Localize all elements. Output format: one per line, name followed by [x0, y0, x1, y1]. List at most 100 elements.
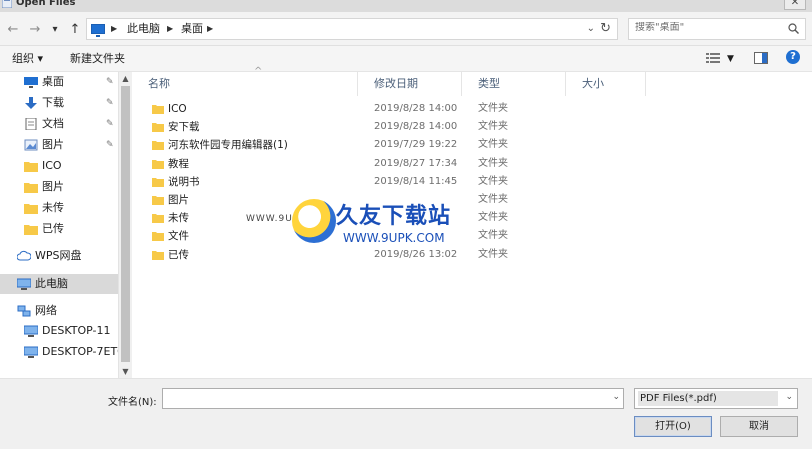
file-name: 未传 — [168, 212, 189, 225]
watermark-logo-icon — [292, 199, 336, 243]
sidebar-item-label: 此电脑 — [35, 277, 68, 290]
sidebar-item-wps-cloud[interactable]: WPS网盘 — [0, 246, 118, 266]
folder-icon — [24, 183, 38, 193]
sidebar-item-desktop-11[interactable]: DESKTOP-11 — [0, 321, 118, 341]
file-row[interactable]: 安下载 2019/8/28 14:00 文件夹 — [132, 118, 812, 136]
pin-icon[interactable]: ✎ — [106, 114, 114, 134]
pin-icon[interactable]: ✎ — [106, 72, 114, 92]
sidebar-item-label: ICO — [42, 159, 62, 172]
sidebar-item-label: 未传 — [42, 201, 64, 214]
sidebar-item-label: 图片 — [42, 138, 64, 151]
file-type: 文件夹 — [478, 103, 508, 114]
chevron-down-icon[interactable]: ⌄ — [785, 392, 793, 402]
file-modified: 2019/7/29 19:22 — [374, 139, 458, 151]
file-row[interactable]: 河东软件园专用编辑器(1) 2019/7/29 19:22 文件夹 — [132, 136, 812, 154]
organize-menu[interactable]: 组织 ▾ — [12, 52, 43, 66]
sidebar-item-label: WPS网盘 — [35, 249, 82, 262]
folder-icon — [24, 204, 38, 214]
command-toolbar: 组织 ▾ 新建文件夹 ▼ ? — [0, 46, 812, 72]
search-input[interactable] — [635, 22, 785, 33]
watermark-brand: 久友下载站 — [336, 204, 452, 229]
sidebar-item-uploaded[interactable]: 已传 — [0, 219, 118, 239]
folder-icon — [152, 177, 164, 187]
filetype-value[interactable]: PDF Files(*.pdf) — [638, 391, 778, 406]
pin-icon[interactable]: ✎ — [106, 135, 114, 155]
sidebar-item-not-uploaded[interactable]: 未传 — [0, 198, 118, 218]
file-name: 教程 — [168, 157, 189, 170]
file-row[interactable]: 教程 2019/8/27 17:34 文件夹 — [132, 155, 812, 173]
chevron-right-icon[interactable]: ▶ — [111, 22, 117, 36]
file-modified: 2019/8/27 17:34 — [374, 157, 458, 169]
dialog-footer: 文件名(N): ⌄ PDF Files(*.pdf) ⌄ 打开(O) 取消 — [0, 378, 812, 449]
file-name: 图片 — [168, 194, 189, 206]
navigation-pane: 桌面 ✎ 下载 ✎ 文档 ✎ 图片 ✎ ICO 图片 未传 已传 WPS网盘 此… — [0, 72, 118, 378]
computer-icon — [17, 278, 31, 290]
file-name: 文件 — [168, 230, 189, 243]
file-type: 文件夹 — [478, 157, 508, 169]
search-box[interactable] — [628, 18, 806, 40]
breadcrumb-desktop[interactable]: 桌面 — [181, 22, 203, 36]
up-arrow-icon[interactable]: ↑ — [68, 22, 82, 38]
file-name: 已传 — [168, 248, 189, 261]
sidebar-item-downloads[interactable]: 下载 ✎ — [0, 93, 118, 113]
open-button[interactable]: 打开(O) — [634, 416, 712, 437]
scrollbar-thumb[interactable] — [121, 86, 130, 362]
column-header-size[interactable]: 大小 — [566, 72, 646, 96]
computer-icon — [24, 325, 38, 337]
computer-icon — [24, 346, 38, 358]
chevron-right-icon[interactable]: ▶ — [207, 22, 213, 36]
download-icon — [25, 97, 37, 109]
file-row[interactable]: ICO 2019/8/28 14:00 文件夹 — [132, 100, 812, 118]
sidebar-item-pictures-folder[interactable]: 图片 — [0, 177, 118, 197]
folder-icon — [152, 123, 164, 133]
sidebar-item-label: DESKTOP-11 — [42, 324, 111, 337]
view-options-icon[interactable] — [706, 52, 720, 64]
recent-locations-chevron-icon[interactable]: ▾ — [50, 22, 60, 38]
sidebar-item-documents[interactable]: 文档 ✎ — [0, 114, 118, 134]
column-header-name[interactable]: 名称 — [132, 72, 358, 96]
watermark: WWW.9UPK.COM 久友下载站 WWW.9UPK.COM — [246, 194, 496, 258]
filetype-select[interactable]: PDF Files(*.pdf) ⌄ — [634, 388, 798, 409]
column-header-modified[interactable]: 修改日期 — [358, 72, 462, 96]
file-name: ICO — [168, 103, 187, 115]
folder-icon — [152, 141, 164, 151]
filename-input[interactable]: ⌄ — [162, 388, 624, 409]
file-type: 文件夹 — [478, 175, 508, 187]
folder-icon — [24, 225, 38, 235]
sidebar-scrollbar[interactable]: ▲ ▼ — [118, 72, 132, 378]
preview-pane-icon[interactable] — [754, 52, 768, 64]
address-bar[interactable]: ▶ 此电脑 ▶ 桌面 ▶ ⌄ ↻ — [86, 18, 618, 40]
chevron-right-icon[interactable]: ▶ — [167, 22, 173, 36]
help-icon[interactable]: ? — [786, 50, 800, 64]
sidebar-item-pictures[interactable]: 图片 ✎ — [0, 135, 118, 155]
cancel-button[interactable]: 取消 — [720, 416, 798, 437]
view-dropdown-icon[interactable]: ▼ — [727, 52, 734, 66]
folder-icon — [152, 159, 164, 169]
search-icon[interactable] — [788, 23, 799, 34]
chevron-down-icon[interactable]: ⌄ — [612, 392, 620, 402]
back-arrow-icon[interactable]: ← — [6, 22, 20, 38]
navigation-bar: ← → ▾ ↑ ▶ 此电脑 ▶ 桌面 ▶ ⌄ ↻ — [0, 12, 812, 46]
filename-label: 文件名(N): — [108, 397, 157, 408]
sidebar-item-ico[interactable]: ICO — [0, 156, 118, 176]
new-folder-button[interactable]: 新建文件夹 — [70, 52, 125, 66]
scroll-up-icon[interactable]: ▲ — [119, 72, 132, 85]
sidebar-item-label: 已传 — [42, 222, 64, 235]
sidebar-item-label: DESKTOP-7ETG — [42, 345, 118, 358]
folder-icon — [152, 105, 164, 114]
sidebar-item-desktop[interactable]: 桌面 ✎ — [0, 72, 118, 92]
forward-arrow-icon[interactable]: → — [28, 22, 42, 38]
file-row[interactable]: 说明书 2019/8/14 11:45 文件夹 — [132, 173, 812, 191]
sidebar-item-this-pc[interactable]: 此电脑 — [0, 274, 118, 294]
refresh-icon[interactable]: ↻ — [600, 21, 611, 36]
sidebar-item-network[interactable]: 网络 — [0, 301, 118, 321]
breadcrumb-this-pc[interactable]: 此电脑 — [127, 22, 160, 36]
sidebar-item-desktop-7etg[interactable]: DESKTOP-7ETG — [0, 342, 118, 362]
column-header-type[interactable]: 类型 — [462, 72, 566, 96]
pin-icon[interactable]: ✎ — [106, 93, 114, 113]
close-button[interactable]: ✕ — [784, 0, 806, 10]
folder-icon — [152, 196, 164, 205]
watermark-url: WWW.9UPK.COM — [343, 231, 445, 245]
address-dropdown-icon[interactable]: ⌄ — [587, 23, 595, 34]
scroll-down-icon[interactable]: ▼ — [119, 365, 132, 378]
